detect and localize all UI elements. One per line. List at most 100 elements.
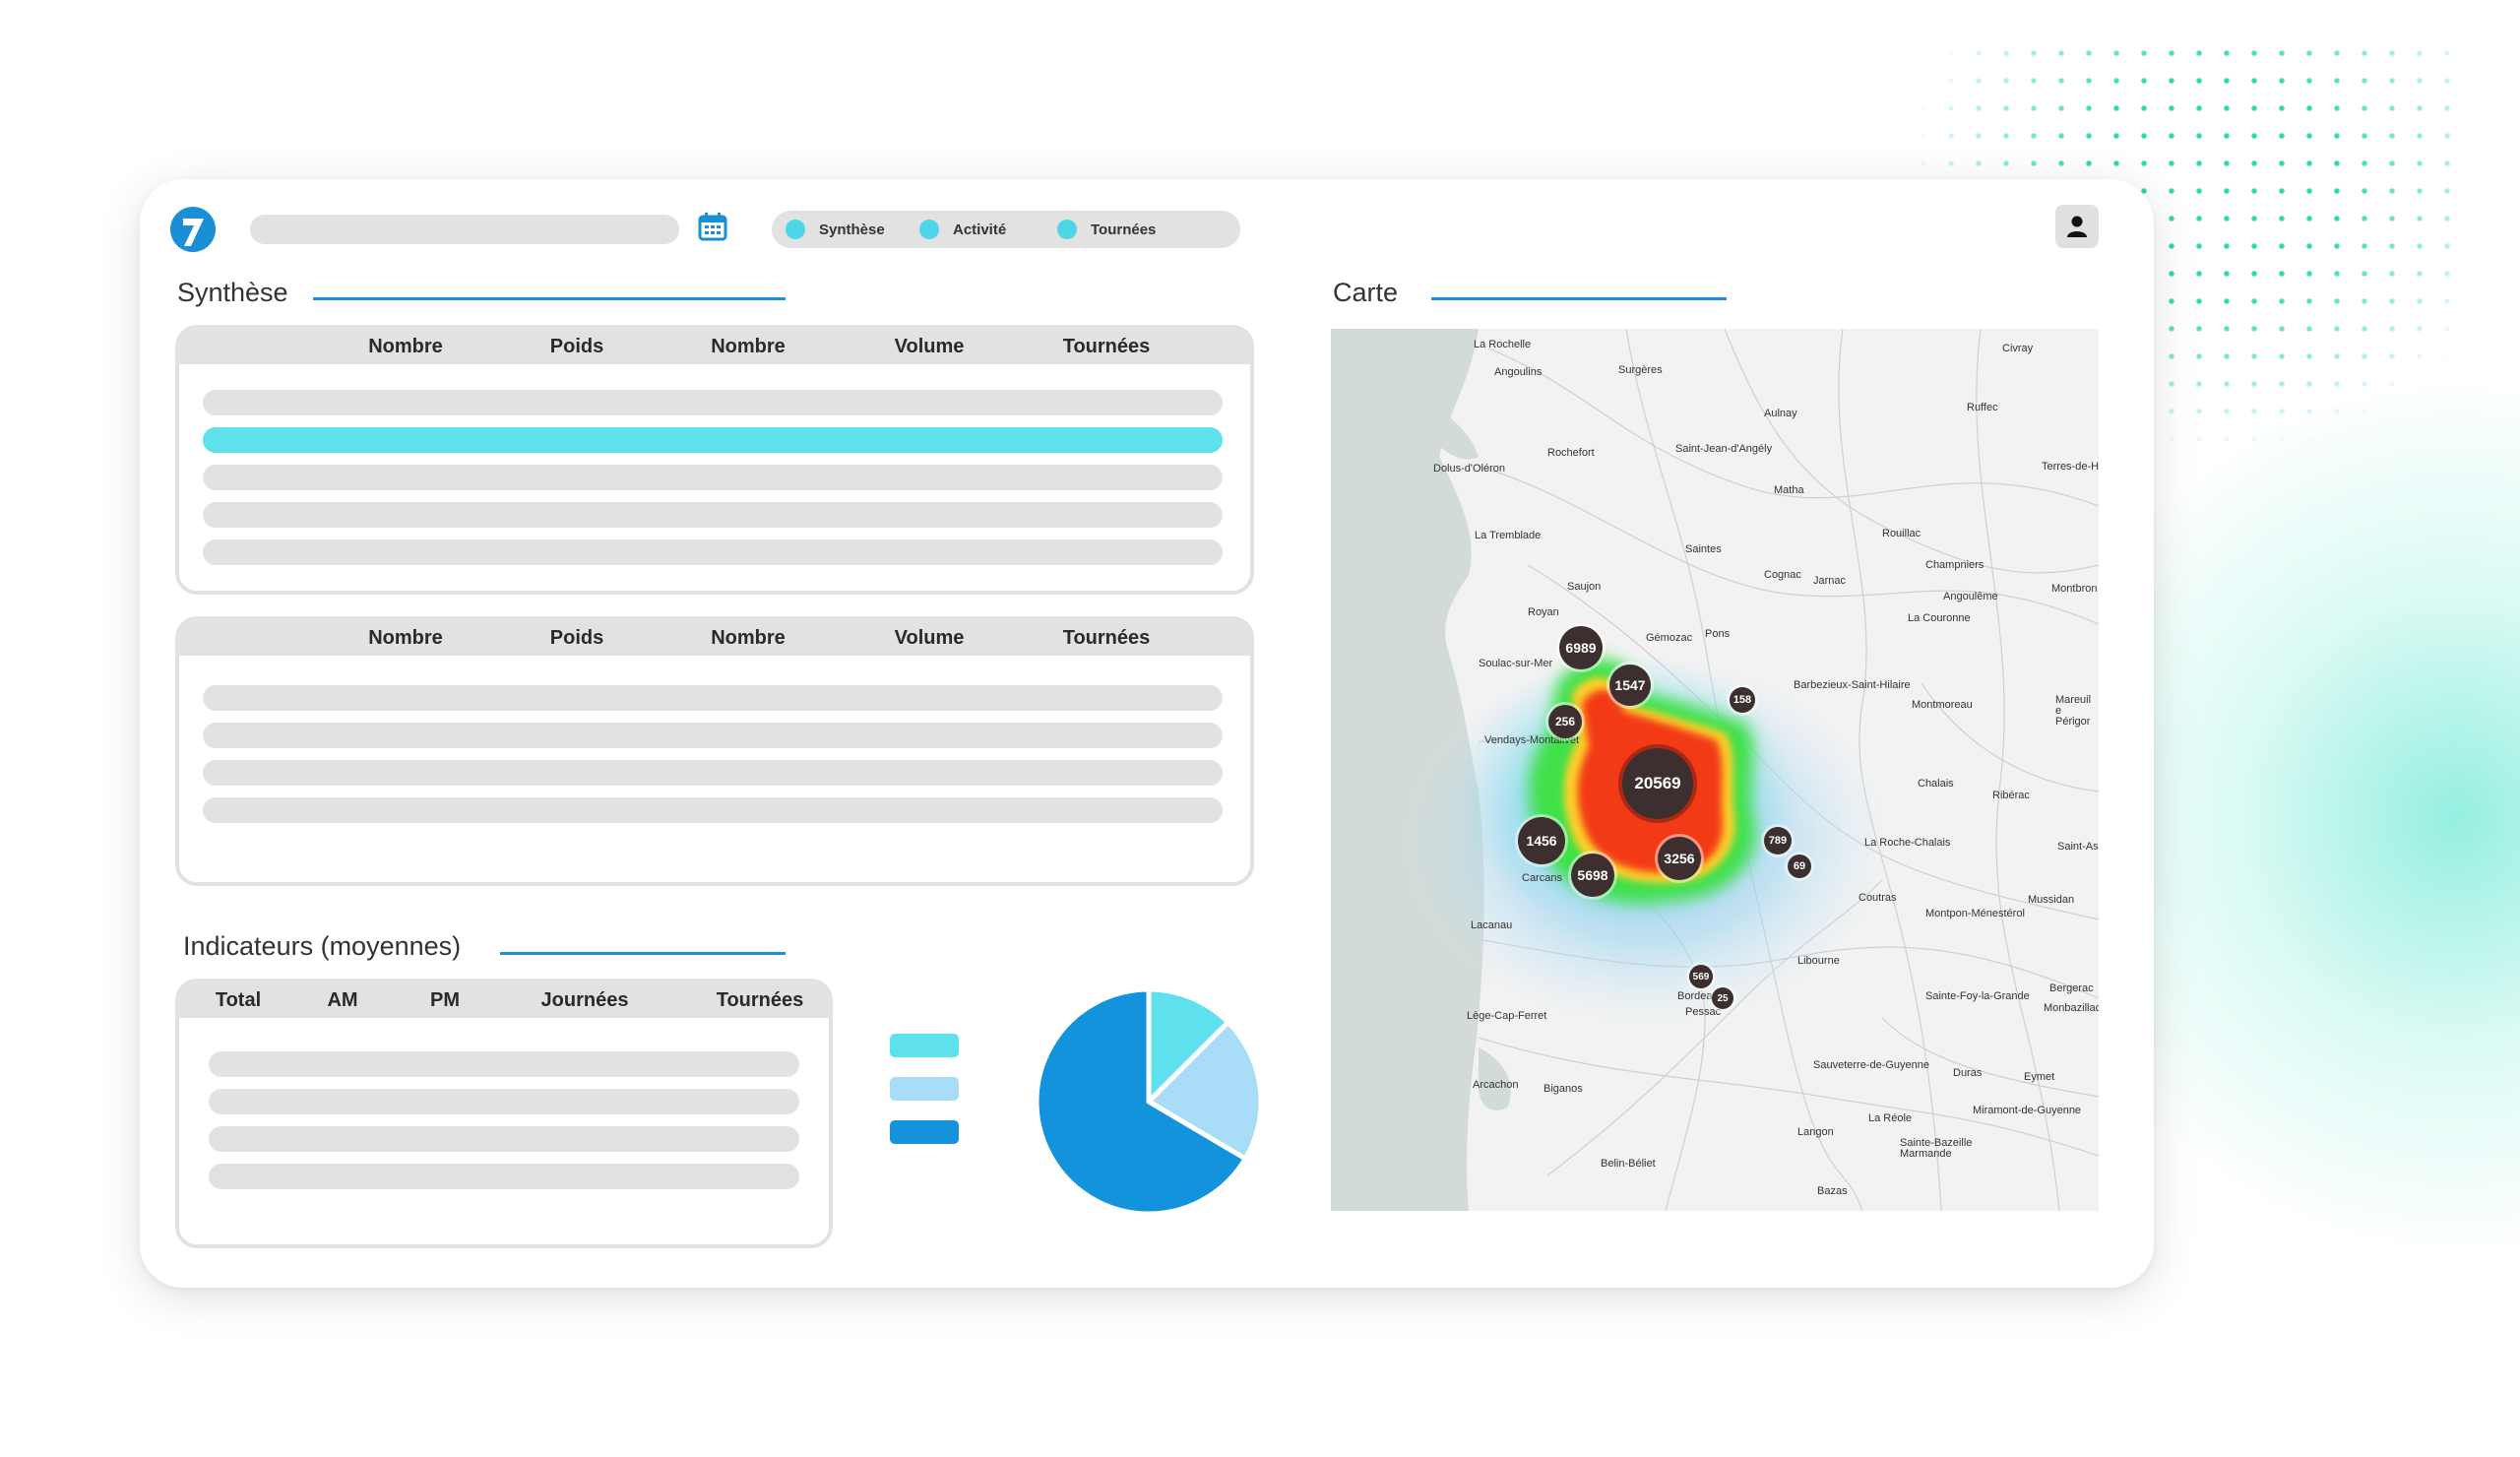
place-label: Saint-As <box>2057 841 2099 853</box>
place-label: Rouillac <box>1882 528 1922 539</box>
indicateurs-table: Total AM PM Journées Tournées <box>175 979 833 1248</box>
table-header: Nombre Poids Nombre Volume Tournées <box>179 329 1250 364</box>
place-label: Chalais <box>1918 778 1954 790</box>
place-label: Montpon-Ménestérol <box>1925 908 2025 919</box>
place-label: Matha <box>1774 484 1804 496</box>
table-row[interactable] <box>209 1164 799 1189</box>
place-label: Mareuil e Périgor <box>2055 694 2092 728</box>
map-cluster-marker[interactable]: 20569 <box>1622 748 1693 819</box>
map-cluster-marker[interactable]: 3256 <box>1658 837 1701 880</box>
tab-dot-icon <box>786 220 805 239</box>
place-label: Soulac-sur-Mer <box>1479 658 1553 669</box>
heatmap-map[interactable]: La Rochelle Civray Angoulins Surgères Au… <box>1331 329 2099 1211</box>
column-header: Nombre <box>711 627 786 649</box>
table-row-selected[interactable] <box>203 427 1223 453</box>
place-label: Eymet <box>2024 1071 2055 1083</box>
place-label: La Tremblade <box>1475 530 1542 541</box>
place-label: Sainte-Bazeille Marmande <box>1900 1137 1973 1160</box>
map-cluster-marker[interactable]: 25 <box>1712 987 1733 1009</box>
place-label: Saujon <box>1567 581 1602 593</box>
tab-bar: Synthèse Activité Tournées <box>772 211 1240 248</box>
place-label: Angoulins <box>1494 366 1543 378</box>
table-row[interactable] <box>203 539 1223 565</box>
column-header: Poids <box>549 336 604 357</box>
column-header: Nombre <box>368 627 443 649</box>
place-label: Dolus-d'Oléron <box>1433 463 1506 475</box>
map-cluster-marker[interactable]: 256 <box>1548 705 1582 738</box>
map-cluster-marker[interactable]: 158 <box>1730 687 1755 713</box>
table-row[interactable] <box>209 1051 799 1077</box>
tab-activite[interactable]: Activité <box>919 211 1006 248</box>
place-label: Monbazillac <box>2044 1002 2099 1014</box>
place-label: Civray <box>2002 343 2034 354</box>
user-icon <box>2067 216 2087 237</box>
search-input[interactable] <box>250 215 679 244</box>
user-button[interactable] <box>2055 205 2099 248</box>
table-row[interactable] <box>209 1126 799 1152</box>
synthese-table-2: Nombre Poids Nombre Volume Tournées <box>175 616 1254 886</box>
map-cluster-marker[interactable]: 69 <box>1788 855 1811 878</box>
place-label: Belin-Béliet <box>1601 1158 1656 1170</box>
table-row[interactable] <box>203 797 1223 823</box>
table-row[interactable] <box>209 1089 799 1114</box>
column-header: Journées <box>540 989 629 1011</box>
place-label: Duras <box>1953 1067 1983 1079</box>
column-header: Volume <box>894 336 965 357</box>
place-label: Lacanau <box>1471 919 1513 931</box>
table-row[interactable] <box>203 760 1223 786</box>
place-label: Saint-Jean-d'Angély <box>1675 443 1773 455</box>
carte-title: Carte <box>1333 278 1399 307</box>
place-label: Aulnay <box>1764 408 1797 419</box>
place-label: La Rochelle <box>1474 339 1532 350</box>
indicateurs-title-underline <box>500 952 786 955</box>
map-base <box>1331 329 2099 1211</box>
column-header: PM <box>430 989 460 1011</box>
synthese-title: Synthèse <box>177 278 288 307</box>
synthese-title-underline <box>313 297 786 300</box>
tab-synthese[interactable]: Synthèse <box>786 211 885 248</box>
column-header: Poids <box>549 627 604 649</box>
indicateurs-title: Indicateurs (moyennes) <box>183 931 462 961</box>
place-label: Pessac <box>1685 1006 1722 1018</box>
table-row[interactable] <box>203 723 1223 748</box>
pie-chart <box>1034 986 1264 1217</box>
tab-label: Tournées <box>1091 221 1157 238</box>
tab-label: Activité <box>953 221 1007 238</box>
table-header: Total AM PM Journées Tournées <box>179 982 829 1018</box>
tab-dot-icon <box>919 220 939 239</box>
map-cluster-marker[interactable]: 6989 <box>1559 626 1603 669</box>
map-cluster-marker[interactable]: 789 <box>1764 827 1792 855</box>
place-label: Carcans <box>1522 872 1562 884</box>
calendar-icon[interactable] <box>697 211 728 242</box>
place-label: Rochefort <box>1547 447 1595 459</box>
carte-title-underline <box>1431 297 1727 300</box>
place-label: Biganos <box>1544 1083 1583 1095</box>
map-cluster-marker[interactable]: 5698 <box>1571 854 1614 897</box>
place-label: Montmoreau <box>1912 699 1973 711</box>
table-row[interactable] <box>203 465 1223 490</box>
column-header: Nombre <box>711 336 786 357</box>
tab-tournees[interactable]: Tournées <box>1057 211 1156 248</box>
place-label: Miramont-de-Guyenne <box>1973 1105 2082 1116</box>
tab-dot-icon <box>1057 220 1077 239</box>
place-label: Cognac <box>1764 569 1801 581</box>
column-header: Tournées <box>1062 336 1151 357</box>
table-row[interactable] <box>203 390 1223 415</box>
map-cluster-marker[interactable]: 1547 <box>1609 665 1651 706</box>
legend-swatch <box>890 1034 959 1057</box>
map-cluster-marker[interactable]: 1456 <box>1518 817 1565 864</box>
column-header: AM <box>327 989 358 1011</box>
place-label: Mussidan <box>2028 894 2075 906</box>
place-label: La Roche-Chalais <box>1864 837 1951 849</box>
place-label: Ribérac <box>1992 790 2030 801</box>
map-cluster-marker[interactable]: 569 <box>1689 965 1713 988</box>
place-label: Jarnac <box>1813 575 1847 587</box>
table-row[interactable] <box>203 502 1223 528</box>
logo-7-icon <box>170 207 216 252</box>
column-header: Tournées <box>716 989 804 1011</box>
dashboard-window: Synthèse Activité Tournées Synthèse Nomb… <box>140 179 2154 1288</box>
column-header: Nombre <box>368 336 443 357</box>
place-label: La Couronne <box>1908 612 1971 624</box>
legend-swatch <box>890 1120 959 1144</box>
table-row[interactable] <box>203 685 1223 711</box>
